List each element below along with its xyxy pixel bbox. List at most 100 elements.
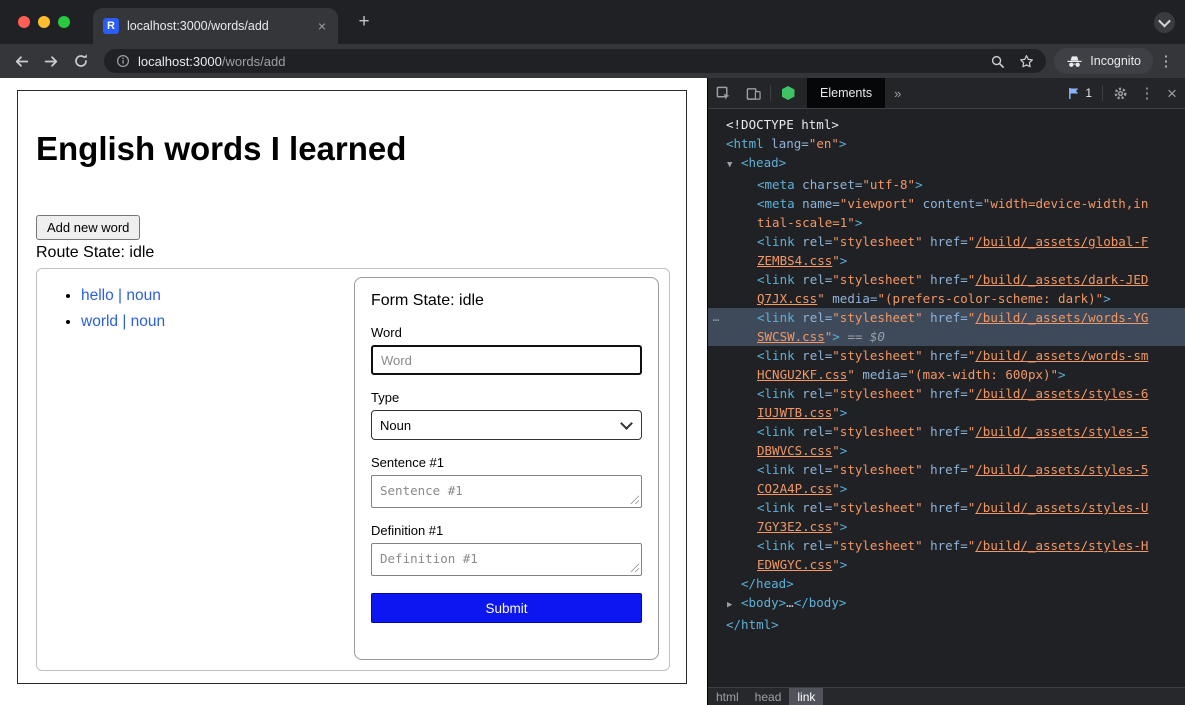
browser-menu-button[interactable]: ⋮ xyxy=(1153,52,1179,70)
code-line[interactable]: …<link rel="stylesheet" href="/build/_as… xyxy=(708,308,1185,327)
code-line[interactable]: </html> xyxy=(708,615,1185,634)
code-line[interactable]: <!DOCTYPE html> xyxy=(708,115,1185,134)
code-line-gutter xyxy=(708,194,724,213)
devtools-close-button[interactable]: × xyxy=(1159,85,1185,102)
word-link[interactable]: world | noun xyxy=(81,313,165,330)
bookmark-star-icon[interactable] xyxy=(1019,54,1034,69)
code-line-gutter xyxy=(708,403,724,422)
breadcrumb-item[interactable]: head xyxy=(747,688,790,705)
reload-button[interactable] xyxy=(66,47,96,75)
code-line[interactable]: <meta name="viewport" content="width=dev… xyxy=(708,194,1185,213)
minimize-window-button[interactable] xyxy=(38,16,50,28)
more-tabs-button[interactable]: » xyxy=(885,86,910,101)
word-link[interactable]: hello | noun xyxy=(81,287,161,304)
route-state-text: Route State: idle xyxy=(36,244,154,262)
code-line-gutter xyxy=(708,574,724,593)
submit-button[interactable]: Submit xyxy=(371,593,642,623)
words-container: hello | noun world | noun Form State: idl… xyxy=(36,268,670,671)
code-line[interactable]: <html lang="en"> xyxy=(708,134,1185,153)
tab-close-icon[interactable]: × xyxy=(316,17,328,35)
code-line[interactable]: <link rel="stylesheet" href="/build/_ass… xyxy=(708,460,1185,479)
issues-button[interactable]: 1 xyxy=(1060,86,1100,100)
tab-elements[interactable]: Elements xyxy=(807,78,885,108)
code-line[interactable]: <meta charset="utf-8"> xyxy=(708,175,1185,194)
code-line[interactable]: EDWGYC.css"> xyxy=(708,555,1185,574)
code-line[interactable]: CO2A4P.css"> xyxy=(708,479,1185,498)
code-line-gutter xyxy=(708,365,724,384)
code-line[interactable]: <link rel="stylesheet" href="/build/_ass… xyxy=(708,422,1185,441)
code-line[interactable]: 7GY3E2.css"> xyxy=(708,517,1185,536)
settings-button[interactable] xyxy=(1105,78,1135,108)
code-line[interactable]: SWCSW.css"> == $0 xyxy=(708,327,1185,346)
tab-title: localhost:3000/words/add xyxy=(127,19,308,33)
code-line-gutter xyxy=(708,346,724,365)
code-line-gutter xyxy=(708,441,724,460)
tab-search-button[interactable] xyxy=(1154,12,1175,33)
code-line[interactable]: <link rel="stylesheet" href="/build/_ass… xyxy=(708,232,1185,251)
code-line[interactable]: DBWVCS.css"> xyxy=(708,441,1185,460)
code-line[interactable]: <link rel="stylesheet" href="/build/_ass… xyxy=(708,536,1185,555)
extension-button[interactable] xyxy=(773,78,803,108)
green-hexagon-icon xyxy=(782,86,795,100)
add-word-form: Form State: idle Word Type Noun Sentence… xyxy=(354,277,659,660)
gear-icon xyxy=(1113,86,1128,101)
device-toolbar-button[interactable] xyxy=(738,78,768,108)
inspect-element-button[interactable] xyxy=(708,78,738,108)
definition-textarea[interactable] xyxy=(371,543,642,576)
code-line[interactable]: <link rel="stylesheet" href="/build/_ass… xyxy=(708,346,1185,365)
web-page: English words I learned Add new word Rou… xyxy=(0,78,707,705)
info-icon[interactable] xyxy=(116,54,130,68)
expand-arrow-down-icon[interactable]: ▼ xyxy=(727,156,741,175)
back-button[interactable] xyxy=(6,47,36,75)
issues-count: 1 xyxy=(1085,86,1092,100)
code-line-gutter xyxy=(708,593,724,615)
browser-toolbar: localhost:3000/words/add Incognito ⋮ xyxy=(0,44,1185,78)
word-label: Word xyxy=(371,325,642,340)
tab-favicon: R xyxy=(103,18,119,34)
code-line[interactable]: </head> xyxy=(708,574,1185,593)
browser-tab[interactable]: R localhost:3000/words/add × xyxy=(93,8,338,44)
code-line[interactable]: IUJWTB.css"> xyxy=(708,403,1185,422)
incognito-icon xyxy=(1066,55,1083,68)
sentence-label: Sentence #1 xyxy=(371,455,642,470)
expand-arrow-right-icon[interactable]: ▶ xyxy=(727,596,741,615)
new-tab-button[interactable]: + xyxy=(352,11,376,33)
sentence-textarea[interactable] xyxy=(371,475,642,508)
breadcrumb-item[interactable]: link xyxy=(789,688,823,705)
page-title: English words I learned xyxy=(36,129,406,169)
code-line-gutter: … xyxy=(708,308,724,327)
code-line[interactable]: tial-scale=1"> xyxy=(708,213,1185,232)
code-line[interactable]: <link rel="stylesheet" href="/build/_ass… xyxy=(708,384,1185,403)
code-line[interactable]: <link rel="stylesheet" href="/build/_ass… xyxy=(708,498,1185,517)
address-bar[interactable]: localhost:3000/words/add xyxy=(104,49,1046,73)
code-line-gutter xyxy=(708,327,724,346)
code-line[interactable]: ZEMBS4.css"> xyxy=(708,251,1185,270)
breadcrumb-item[interactable]: html xyxy=(708,688,747,705)
code-line[interactable]: ▼<head> xyxy=(708,153,1185,175)
toolbar-divider xyxy=(1102,85,1103,101)
reload-icon xyxy=(73,53,89,69)
code-line-gutter xyxy=(708,232,724,251)
zoom-window-button[interactable] xyxy=(58,16,70,28)
forward-arrow-icon xyxy=(43,53,60,70)
code-line-gutter xyxy=(708,479,724,498)
elements-tree: <!DOCTYPE html><html lang="en">▼<head><m… xyxy=(708,109,1185,687)
add-new-word-button[interactable]: Add new word xyxy=(36,215,140,240)
close-window-button[interactable] xyxy=(18,16,30,28)
issues-flag-icon xyxy=(1068,87,1080,100)
window-controls xyxy=(18,16,70,28)
devtools-menu-button[interactable]: ⋮ xyxy=(1135,84,1159,102)
code-line-gutter xyxy=(708,555,724,574)
code-line[interactable]: Q7JX.css" media="(prefers-color-scheme: … xyxy=(708,289,1185,308)
word-list-item: world | noun xyxy=(81,309,165,335)
type-select[interactable]: Noun xyxy=(371,410,642,440)
code-line[interactable]: <link rel="stylesheet" href="/build/_ass… xyxy=(708,270,1185,289)
code-line[interactable]: ▶<body>…</body> xyxy=(708,593,1185,615)
forward-button[interactable] xyxy=(36,47,66,75)
inspect-cursor-icon xyxy=(716,86,731,101)
zoom-icon[interactable] xyxy=(990,54,1005,69)
word-input[interactable] xyxy=(371,345,642,375)
page-frame: English words I learned Add new word Rou… xyxy=(17,90,687,684)
code-line[interactable]: HCNGU2KF.css" media="(max-width: 600px)"… xyxy=(708,365,1185,384)
code-line-gutter xyxy=(708,460,724,479)
